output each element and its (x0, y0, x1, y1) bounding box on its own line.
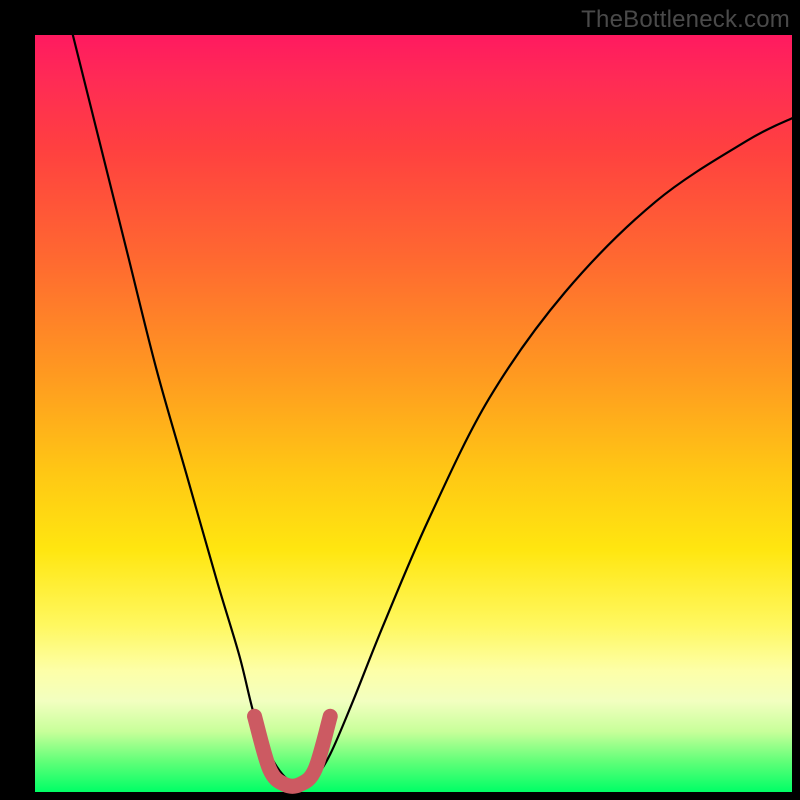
watermark-text: TheBottleneck.com (581, 6, 790, 34)
bottleneck-curve (73, 35, 792, 784)
highlight-band (255, 716, 331, 786)
curve-layer (35, 35, 792, 792)
chart-frame: TheBottleneck.com (0, 0, 800, 800)
plot-area (35, 35, 792, 792)
